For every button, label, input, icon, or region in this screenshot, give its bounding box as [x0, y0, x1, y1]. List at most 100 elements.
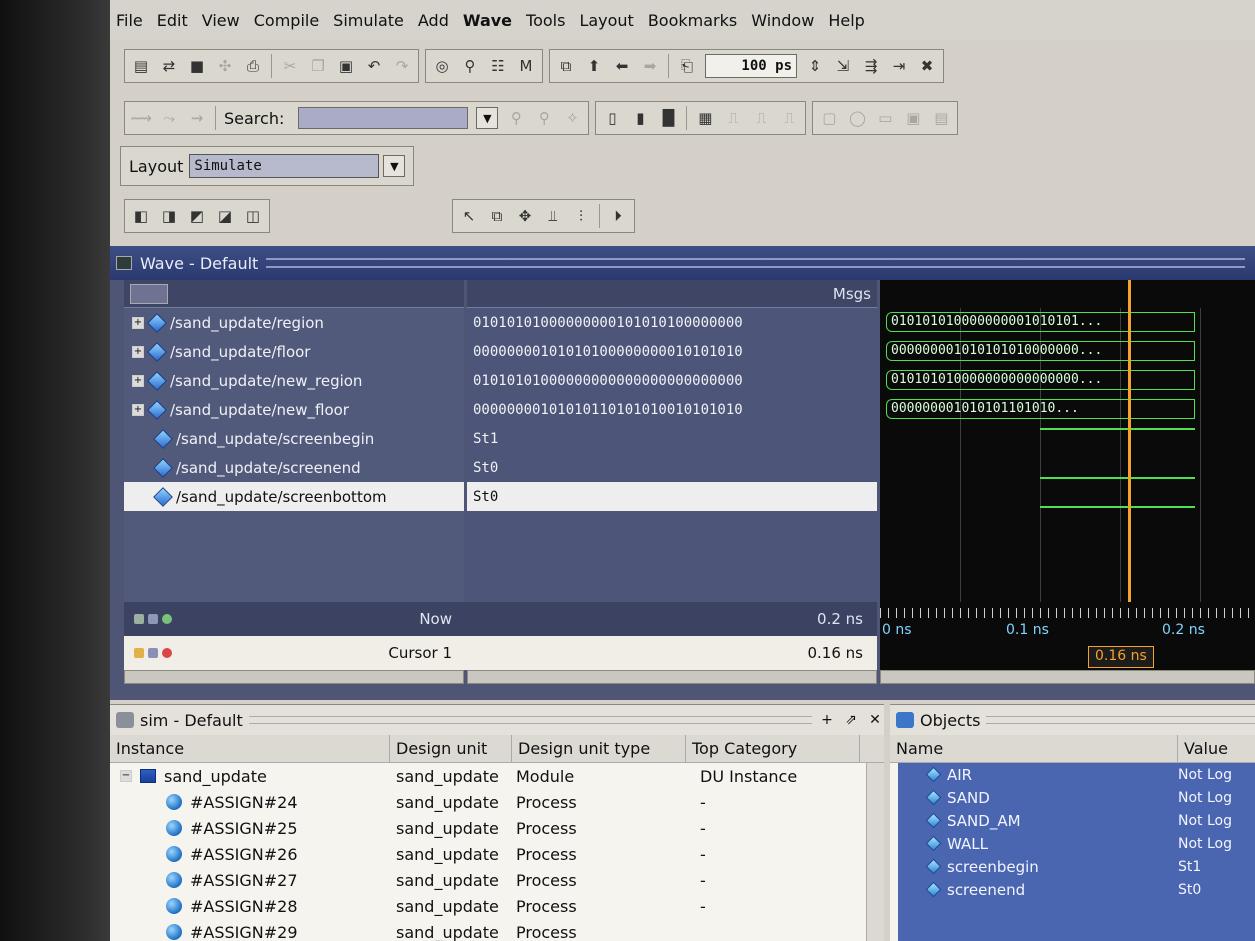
collapse-icon[interactable]: ⧉ — [556, 56, 576, 76]
menu-compile[interactable]: Compile — [254, 11, 319, 30]
back-arrow-icon[interactable]: ⬅ — [612, 56, 632, 76]
waveform-pane[interactable]: 010101010000000001010101... 000000001010… — [880, 280, 1255, 680]
layout-select[interactable]: Simulate — [189, 154, 380, 178]
list-item[interactable]: WALL Not Log — [898, 832, 1255, 855]
run-all-icon[interactable]: ⇥ — [889, 56, 909, 76]
menu-wave[interactable]: Wave — [463, 11, 512, 30]
list-item[interactable]: AIR Not Log — [898, 763, 1255, 786]
wave-format-4-icon[interactable]: ▦ — [695, 108, 715, 128]
save-icon[interactable]: ■ — [187, 56, 207, 76]
assert-5-icon[interactable]: ▤ — [931, 108, 951, 128]
wave-format-1-icon[interactable]: ▯ — [602, 108, 622, 128]
signal-row-screenbottom[interactable]: /sand_update/screenbottom — [124, 482, 464, 511]
open-icon[interactable]: ⇄ — [159, 56, 179, 76]
table-row[interactable]: #ASSIGN#26 sand_update Process - — [110, 841, 884, 867]
assert-4-icon[interactable]: ▣ — [903, 108, 923, 128]
signal-row-region[interactable]: + /sand_update/region — [124, 308, 464, 337]
search-input[interactable] — [298, 107, 469, 129]
signal-filter-icon[interactable] — [130, 283, 168, 304]
signal-row-screenend[interactable]: /sand_update/screenend — [124, 453, 464, 482]
add-icon[interactable]: + — [818, 712, 836, 728]
signal-row-new-region[interactable]: + /sand_update/new_region — [124, 366, 464, 395]
col-top-category[interactable]: Top Category — [686, 735, 860, 762]
signal-row-screenbegin[interactable]: /sand_update/screenbegin — [124, 424, 464, 453]
memory-icon[interactable]: M — [516, 56, 536, 76]
insert-cursor-icon[interactable]: ⫫ — [543, 206, 563, 226]
table-row[interactable]: #ASSIGN#29 sand_update Process — [110, 919, 884, 941]
continue-icon[interactable]: ⇶ — [861, 56, 881, 76]
menu-file[interactable]: File — [116, 11, 143, 30]
step-out-icon[interactable]: ⇝ — [187, 108, 207, 128]
step-over-icon[interactable]: ⤳ — [159, 108, 179, 128]
add-cursor-icon[interactable] — [162, 614, 172, 624]
bookmark-5-icon[interactable]: ◫ — [243, 206, 263, 226]
signal-row-floor[interactable]: + /sand_update/floor — [124, 337, 464, 366]
pan-icon[interactable]: ✥ — [515, 206, 535, 226]
expand-icon[interactable]: + — [132, 374, 144, 387]
expand-icon[interactable]: + — [132, 403, 144, 416]
up-arrow-icon[interactable]: ⬆ — [584, 56, 604, 76]
hierarchy-icon[interactable]: ☷ — [488, 56, 508, 76]
run-icon[interactable]: ⇲ — [833, 56, 853, 76]
search-dropdown-icon[interactable]: ▼ — [476, 107, 499, 129]
assert-3-icon[interactable]: ▭ — [875, 108, 895, 128]
cursor-row[interactable]: Cursor 1 0.16 ns — [124, 636, 877, 670]
expand-icon[interactable]: + — [132, 316, 144, 329]
table-row[interactable]: #ASSIGN#28 sand_update Process - — [110, 893, 884, 919]
menu-view[interactable]: View — [202, 11, 240, 30]
print-icon[interactable]: ⎙ — [243, 56, 263, 76]
wave-format-3-icon[interactable]: █ — [658, 108, 678, 128]
menu-tools[interactable]: Tools — [526, 11, 565, 30]
forward-arrow-icon[interactable]: ➡ — [640, 56, 660, 76]
assert-2-icon[interactable]: ◯ — [847, 108, 867, 128]
table-row[interactable]: − sand_update sand_update Module DU Insta… — [110, 763, 884, 789]
wave-hscroll[interactable] — [880, 670, 1255, 684]
paste-icon[interactable]: ▣ — [336, 56, 356, 76]
compile-icon[interactable]: ◎ — [432, 56, 452, 76]
cursor-time-tag[interactable]: 0.16 ns — [1088, 646, 1154, 668]
menu-window[interactable]: Window — [751, 11, 814, 30]
find-next-icon[interactable]: ⚲ — [534, 108, 554, 128]
run-length-field[interactable]: 100 ps — [705, 54, 797, 78]
edge-falling-icon[interactable]: ⎍ — [751, 108, 771, 128]
signal-row-new-floor[interactable]: + /sand_update/new_floor — [124, 395, 464, 424]
list-item[interactable]: SAND Not Log — [898, 786, 1255, 809]
layout-dropdown-icon[interactable]: ▼ — [383, 155, 406, 177]
col-name[interactable]: Name — [890, 735, 1178, 762]
find-icon[interactable]: ⚲ — [460, 56, 480, 76]
menu-edit[interactable]: Edit — [157, 11, 188, 30]
sim-vscroll[interactable] — [866, 763, 884, 941]
copy-icon[interactable]: ❐ — [308, 56, 328, 76]
col-value[interactable]: Value — [1178, 735, 1255, 762]
bookmark-4-icon[interactable]: ◪ — [215, 206, 235, 226]
edit-icon[interactable] — [148, 648, 158, 658]
remove-cursor-icon[interactable] — [162, 648, 172, 658]
run-length-spinner-icon[interactable]: ⇕ — [805, 56, 825, 76]
menu-add[interactable]: Add — [418, 11, 449, 30]
select-pointer-icon[interactable]: ↖ — [459, 206, 479, 226]
signal-hscroll[interactable] — [124, 670, 464, 684]
list-icon[interactable] — [148, 614, 158, 624]
edge-rising-icon[interactable]: ⎍ — [723, 108, 743, 128]
close-icon[interactable]: ✕ — [866, 712, 884, 728]
expand-icon[interactable]: + — [132, 345, 144, 358]
edge-any-icon[interactable]: ⎍ — [779, 108, 799, 128]
restart-icon[interactable]: ⎗ — [677, 56, 697, 76]
dataflow-icon[interactable]: ⏵ — [608, 206, 628, 226]
find-prev-icon[interactable]: ⚲ — [506, 108, 526, 128]
menu-bookmarks[interactable]: Bookmarks — [648, 11, 737, 30]
bookmark-2-icon[interactable]: ◨ — [159, 206, 179, 226]
col-instance[interactable]: Instance — [110, 735, 390, 762]
assert-1-icon[interactable]: ▢ — [819, 108, 839, 128]
undo-icon[interactable]: ↶ — [364, 56, 384, 76]
list-item[interactable]: SAND_AM Not Log — [898, 809, 1255, 832]
table-row[interactable]: #ASSIGN#24 sand_update Process - — [110, 789, 884, 815]
table-row[interactable]: #ASSIGN#27 sand_update Process - — [110, 867, 884, 893]
find-all-icon[interactable]: ✧ — [562, 108, 582, 128]
cut-icon[interactable]: ✂ — [280, 56, 300, 76]
grid-icon[interactable] — [134, 614, 144, 624]
col-design-unit[interactable]: Design unit — [390, 735, 512, 762]
menu-simulate[interactable]: Simulate — [333, 11, 404, 30]
zoom-mode-icon[interactable]: ⧉ — [487, 206, 507, 226]
redo-icon[interactable]: ↷ — [392, 56, 412, 76]
